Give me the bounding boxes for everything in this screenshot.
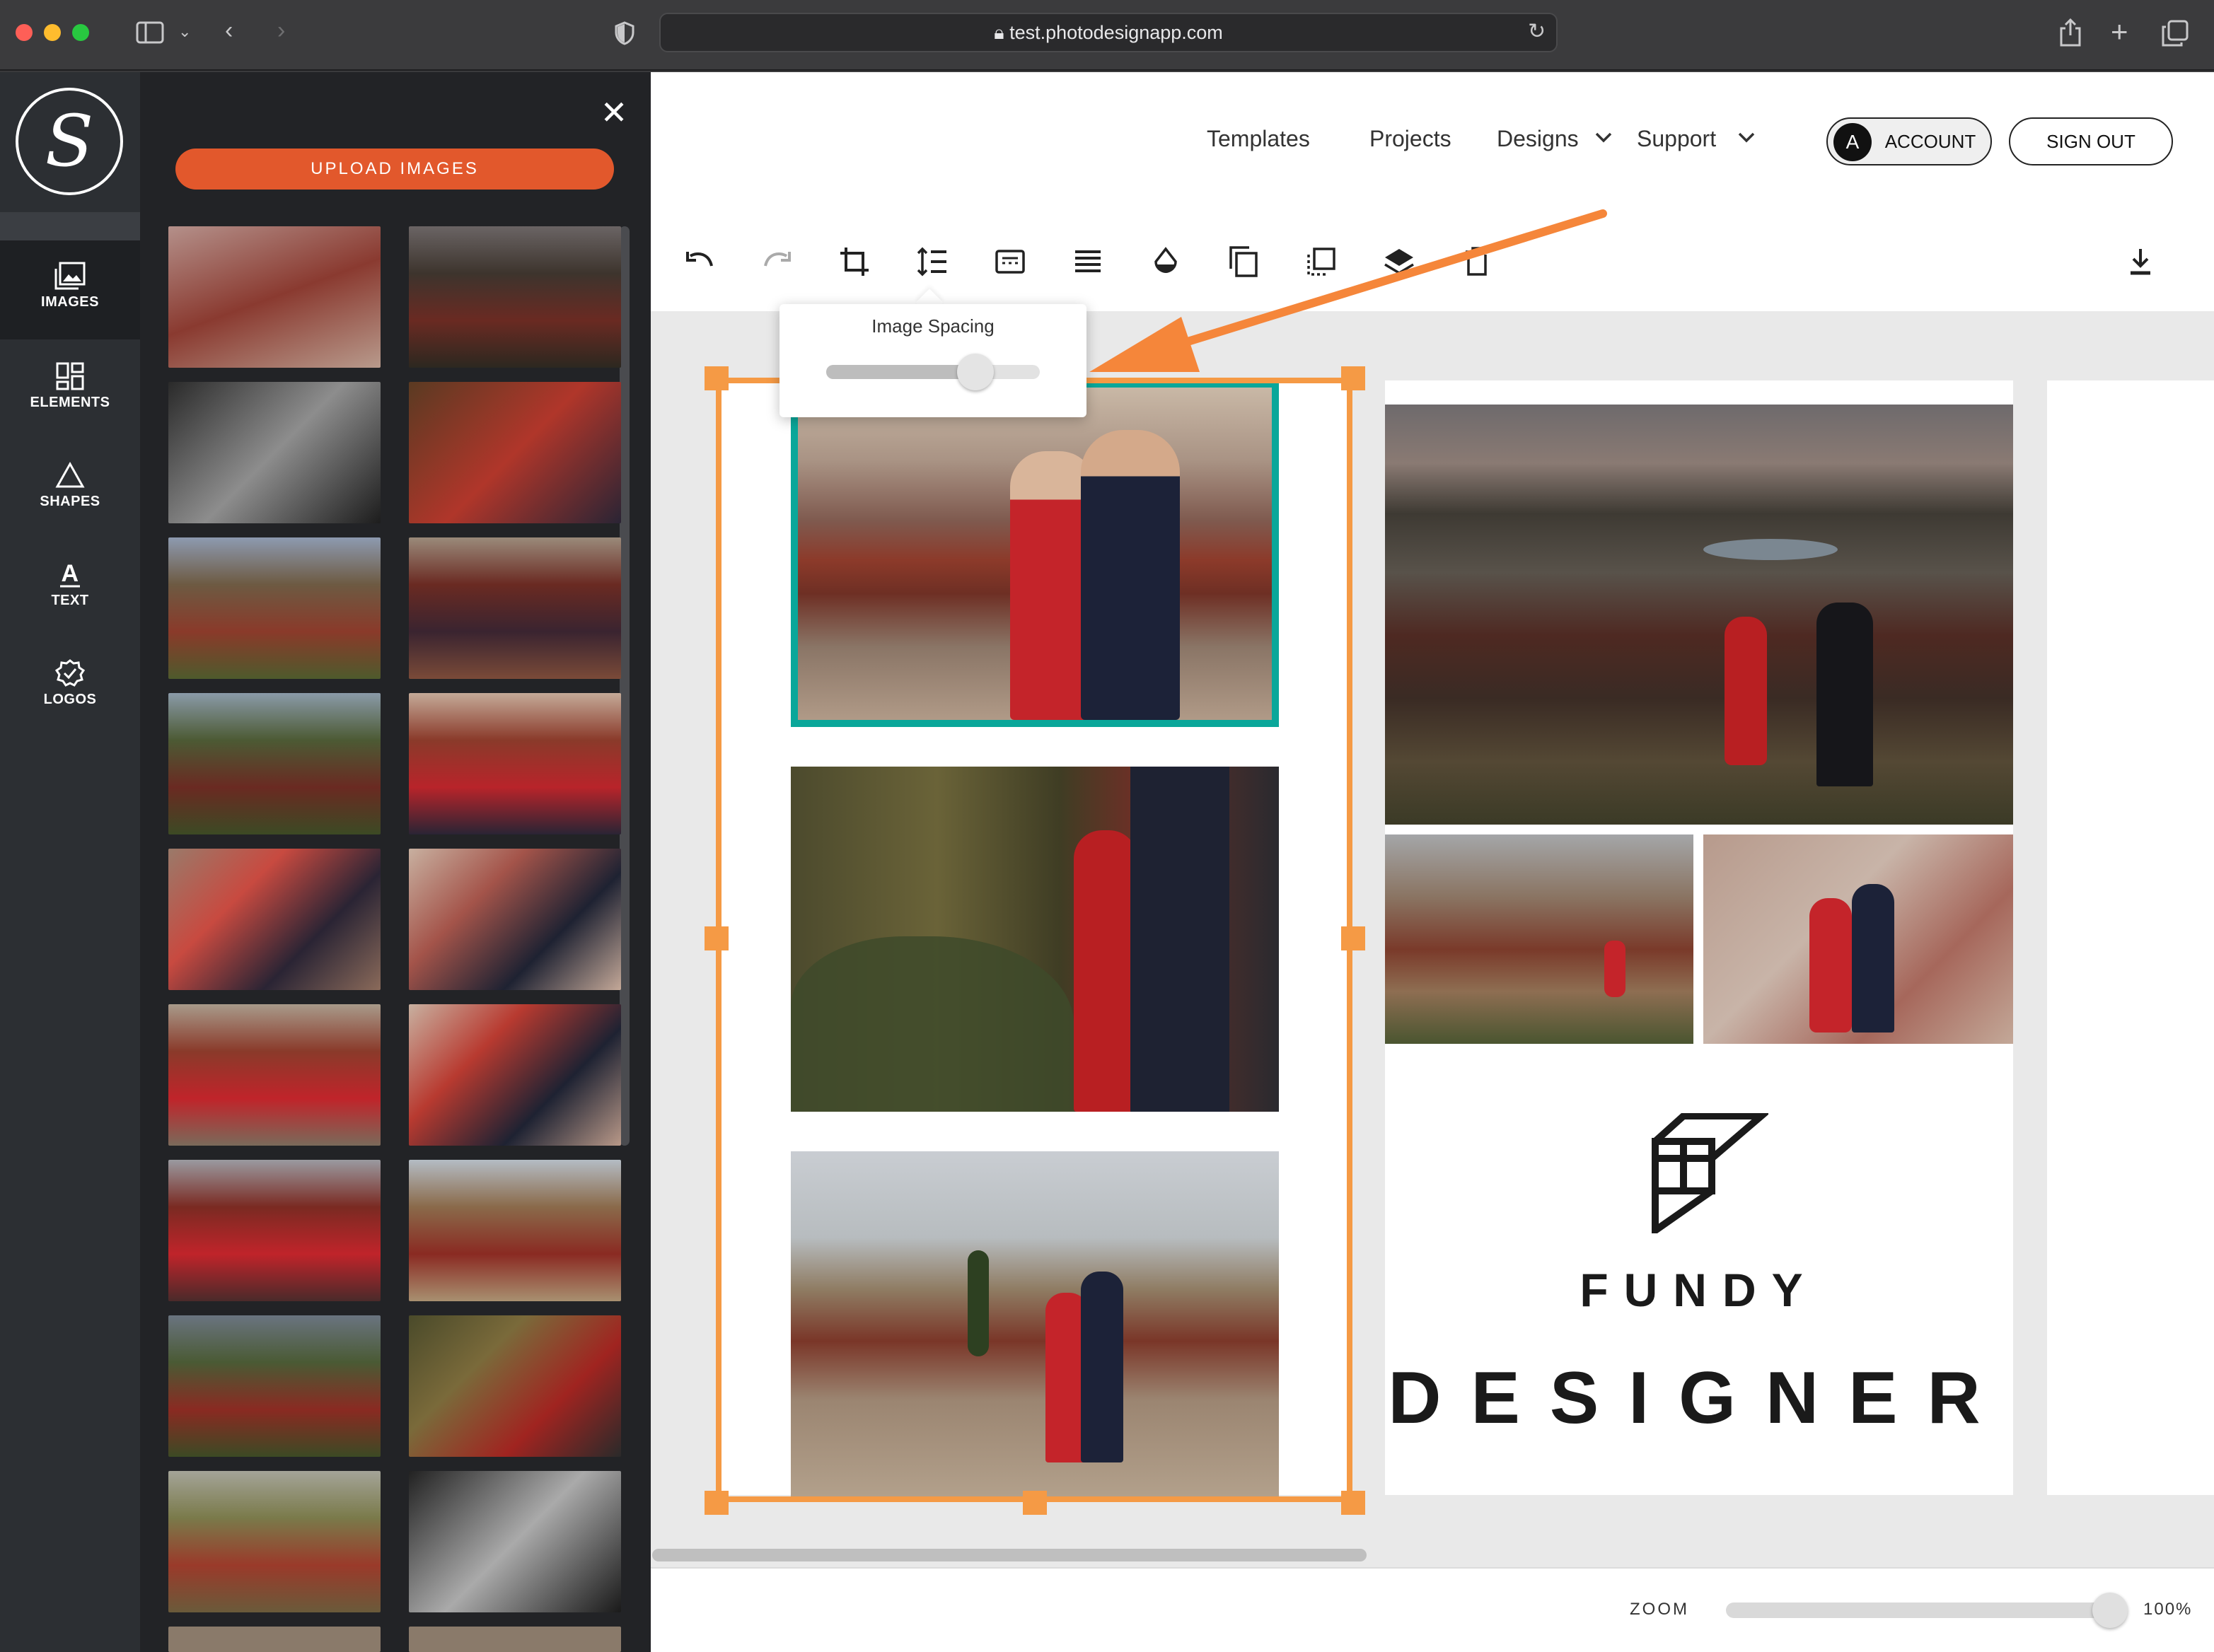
zoom-slider[interactable] <box>1726 1602 2123 1618</box>
nav-designs-link[interactable]: Designs <box>1497 126 1579 152</box>
images-icon <box>54 262 86 290</box>
new-tab-icon[interactable]: + <box>2111 17 2128 47</box>
photo-hills-couple[interactable] <box>1385 834 1693 1044</box>
sidebar-item-label: ELEMENTS <box>30 395 110 410</box>
sidebar-item-images[interactable]: IMAGES <box>0 240 140 339</box>
resize-handle-mr[interactable] <box>1341 926 1365 950</box>
image-thumbnail[interactable] <box>409 226 621 368</box>
reload-icon[interactable]: ↻ <box>1528 21 1546 42</box>
resize-handle-bl[interactable] <box>705 1491 729 1515</box>
avatar: A <box>1833 123 1872 161</box>
nav-support-link[interactable]: Support <box>1637 126 1716 152</box>
browser-toolbar: ⌄ ‹ › 🔒︎ test.photodesignapp.com ↻ + <box>0 0 2214 71</box>
zoom-slider-thumb[interactable] <box>2092 1593 2128 1628</box>
sign-out-button[interactable]: SIGN OUT <box>2009 117 2173 165</box>
sidebar-item-label: IMAGES <box>41 294 99 310</box>
url-text: test.photodesignapp.com <box>1009 22 1223 43</box>
image-spacing-slider-thumb[interactable] <box>957 354 995 390</box>
forward-icon[interactable]: › <box>277 18 285 42</box>
brand-line-2: DESIGNER <box>1388 1357 2010 1439</box>
annotation-arrow <box>1089 209 1607 372</box>
nav-templates-link[interactable]: Templates <box>1207 126 1310 152</box>
resize-handle-bm[interactable] <box>1023 1491 1047 1515</box>
image-thumbnail[interactable] <box>409 382 621 523</box>
selection-box[interactable] <box>716 378 1352 1502</box>
image-thumbnail[interactable] <box>409 1160 621 1301</box>
image-spacing-icon[interactable] <box>911 242 954 281</box>
panel-scrollbar[interactable] <box>620 226 630 1146</box>
back-icon[interactable]: ‹ <box>225 18 233 42</box>
sidebar-item-label: SHAPES <box>40 494 100 509</box>
address-bar[interactable]: 🔒︎ test.photodesignapp.com <box>659 13 1558 52</box>
svg-text:A: A <box>61 560 79 587</box>
image-thumbnail[interactable] <box>409 537 621 679</box>
sidebar-item-label: LOGOS <box>43 692 97 707</box>
brand-line-1: FUNDY <box>1580 1264 1819 1316</box>
app-logo[interactable]: S <box>16 88 123 195</box>
resize-handle-tl[interactable] <box>705 366 729 390</box>
photo-walking-couple[interactable] <box>1385 405 2013 825</box>
image-spacing-label: Image Spacing <box>871 315 995 337</box>
text-icon: A <box>60 560 80 588</box>
nav-projects-link[interactable]: Projects <box>1369 126 1451 152</box>
lock-icon: 🔒︎ <box>994 22 1010 43</box>
download-icon[interactable] <box>2119 242 2162 281</box>
photo-couple-walking-hand[interactable] <box>1703 834 2013 1044</box>
next-page[interactable] <box>2047 380 2214 1495</box>
image-thumbnail[interactable] <box>168 1315 381 1457</box>
image-spacing-slider-fill <box>826 365 976 379</box>
image-thumbnail[interactable] <box>409 1004 621 1146</box>
chevron-down-icon[interactable]: ⌄ <box>178 24 191 40</box>
redo-icon[interactable] <box>755 242 798 281</box>
share-icon[interactable] <box>2058 18 2082 51</box>
chevron-down-icon[interactable] <box>1737 132 1756 148</box>
account-label: ACCOUNT <box>1884 130 1976 152</box>
elements-icon <box>56 362 84 390</box>
fundy-logo-icon <box>1648 1112 1771 1238</box>
chevron-down-icon[interactable] <box>1594 132 1613 148</box>
image-thumbnail[interactable] <box>168 537 381 679</box>
upload-images-button[interactable]: UPLOAD IMAGES <box>175 149 614 190</box>
sidebar-item-elements[interactable]: ELEMENTS <box>0 354 140 453</box>
image-thumbnail[interactable] <box>168 1160 381 1301</box>
sidebar-item-text[interactable]: A TEXT <box>0 552 140 651</box>
sidebar-item-logos[interactable]: LOGOS <box>0 651 140 750</box>
tab-overview-icon[interactable] <box>2162 20 2189 51</box>
horizontal-scrollbar[interactable] <box>652 1549 1367 1561</box>
zoom-window-icon[interactable] <box>72 24 89 41</box>
image-thumbnail[interactable] <box>168 1004 381 1146</box>
image-thumbnail[interactable] <box>168 226 381 368</box>
image-thumbnail[interactable] <box>168 849 381 990</box>
logos-icon <box>54 659 86 687</box>
image-thumbnail[interactable] <box>168 1627 381 1652</box>
image-thumbnail[interactable] <box>409 1471 621 1612</box>
minimize-window-icon[interactable] <box>44 24 61 41</box>
sidebar-item-shapes[interactable]: SHAPES <box>0 453 140 552</box>
zoom-label: ZOOM <box>1630 1600 1689 1619</box>
sidebar-toggle-icon[interactable] <box>136 21 164 48</box>
image-thumbnail[interactable] <box>168 382 381 523</box>
undo-icon[interactable] <box>679 242 721 281</box>
shapes-icon <box>55 461 85 488</box>
rail-divider <box>0 212 140 240</box>
image-thumbnail[interactable] <box>409 693 621 834</box>
resize-handle-ml[interactable] <box>705 926 729 950</box>
caption-icon[interactable] <box>989 242 1031 281</box>
resize-handle-br[interactable] <box>1341 1491 1365 1515</box>
close-panel-icon[interactable]: ✕ <box>600 96 628 129</box>
zoom-value: 100% <box>2143 1600 2193 1619</box>
image-thumbnail[interactable] <box>409 1627 621 1652</box>
image-thumbnail[interactable] <box>409 849 621 990</box>
crop-icon[interactable] <box>833 242 876 281</box>
shield-icon[interactable] <box>614 21 635 50</box>
image-thumbnail[interactable] <box>168 1471 381 1612</box>
image-thumbnail[interactable] <box>168 693 381 834</box>
image-thumbnail[interactable] <box>409 1315 621 1457</box>
sidebar-item-label: TEXT <box>51 593 89 608</box>
close-window-icon[interactable] <box>16 24 33 41</box>
